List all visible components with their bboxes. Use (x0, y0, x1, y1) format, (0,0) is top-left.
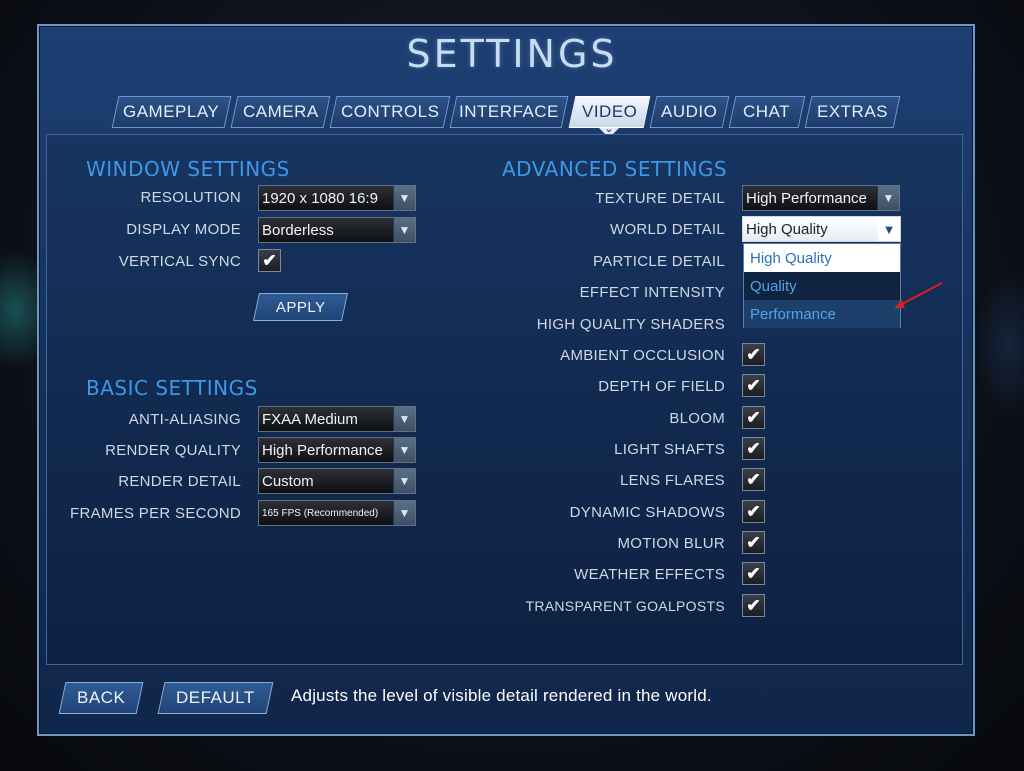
world-detail-options-list: High Quality Quality Performance (743, 243, 901, 328)
check-icon: ✔ (746, 375, 761, 395)
tab-label: AUDIO (661, 102, 718, 121)
back-button[interactable]: BACK (58, 682, 144, 714)
check-icon: ✔ (746, 438, 761, 458)
check-icon: ✔ (746, 469, 761, 489)
bloom-label: BLOOM (669, 410, 725, 427)
tab-controls[interactable]: CONTROLS (329, 96, 451, 128)
vertical-sync-checkbox[interactable]: ✔ (258, 249, 281, 272)
check-icon: ✔ (262, 250, 277, 270)
ambient-occlusion-checkbox[interactable]: ✔ (742, 343, 765, 366)
tab-interface[interactable]: INTERFACE (449, 96, 569, 128)
resolution-label: RESOLUTION (140, 189, 241, 206)
apply-button-label: APPLY (275, 298, 326, 316)
high-quality-shaders-label: HIGH QUALITY SHADERS (536, 316, 725, 333)
motion-blur-label: MOTION BLUR (617, 535, 725, 552)
render-detail-dropdown[interactable]: Custom ▼ (258, 468, 416, 494)
anti-aliasing-value: FXAA Medium (262, 410, 358, 428)
dropdown-arrow-icon: ▼ (393, 218, 415, 242)
lens-flares-checkbox[interactable]: ✔ (742, 468, 765, 491)
depth-of-field-checkbox[interactable]: ✔ (742, 374, 765, 397)
texture-detail-label: TEXTURE DETAIL (595, 190, 725, 207)
transparent-goalposts-label: TRANSPARENT GOALPOSTS (525, 598, 725, 614)
tab-label: GAMEPLAY (123, 102, 220, 121)
fps-value: 165 FPS (Recommended) (262, 507, 379, 519)
weather-effects-checkbox[interactable]: ✔ (742, 562, 765, 585)
light-shafts-checkbox[interactable]: ✔ (742, 437, 765, 460)
tab-label: CHAT (743, 102, 791, 121)
setting-description: Adjusts the level of visible detail rend… (291, 686, 712, 705)
display-mode-value: Borderless (262, 221, 334, 239)
motion-blur-checkbox[interactable]: ✔ (742, 531, 765, 554)
annotation-arrow-icon (894, 282, 943, 308)
tab-label: CAMERA (242, 102, 319, 121)
resolution-dropdown[interactable]: 1920 x 1080 16:9 ▼ (258, 185, 416, 211)
light-shafts-label: LIGHT SHAFTS (614, 441, 725, 458)
render-detail-value: Custom (262, 472, 314, 490)
apply-button[interactable]: APPLY (253, 293, 348, 321)
display-mode-dropdown[interactable]: Borderless ▼ (258, 217, 416, 243)
dropdown-arrow-icon: ▼ (393, 469, 415, 493)
texture-detail-dropdown[interactable]: High Performance ▼ (742, 185, 900, 211)
weather-effects-label: WEATHER EFFECTS (574, 566, 725, 583)
render-quality-label: RENDER QUALITY (105, 442, 241, 459)
dropdown-arrow-icon: ▼ (393, 438, 415, 462)
check-icon: ✔ (746, 563, 761, 583)
check-icon: ✔ (746, 501, 761, 521)
resolution-value: 1920 x 1080 16:9 (262, 189, 378, 207)
particle-detail-label: PARTICLE DETAIL (592, 253, 725, 270)
render-quality-dropdown[interactable]: High Performance ▼ (258, 437, 416, 463)
tab-label: EXTRAS (816, 102, 889, 121)
tab-camera[interactable]: CAMERA (230, 96, 331, 128)
basic-settings-heading: BASIC SETTINGS (86, 376, 258, 400)
dropdown-arrow-icon: ▼ (393, 186, 415, 210)
tab-chat[interactable]: CHAT (728, 96, 806, 128)
effect-intensity-label: EFFECT INTENSITY (579, 284, 725, 301)
render-quality-value: High Performance (262, 441, 383, 459)
tab-audio[interactable]: AUDIO (649, 96, 730, 128)
fps-dropdown[interactable]: 165 FPS (Recommended) ▼ (258, 500, 416, 526)
check-icon: ✔ (746, 532, 761, 552)
background-glow-right (974, 270, 1024, 420)
world-detail-value: High Quality (746, 220, 828, 238)
depth-of-field-label: DEPTH OF FIELD (598, 378, 725, 395)
default-button-label: DEFAULT (176, 688, 255, 707)
texture-detail-value: High Performance (746, 189, 867, 207)
tab-gameplay[interactable]: GAMEPLAY (111, 96, 232, 128)
render-detail-label: RENDER DETAIL (118, 473, 241, 490)
dropdown-arrow-icon: ▼ (393, 407, 415, 431)
check-icon: ✔ (746, 344, 761, 364)
tab-extras[interactable]: EXTRAS (804, 96, 901, 128)
lens-flares-label: LENS FLARES (619, 472, 725, 489)
tab-label: VIDEO (581, 102, 638, 121)
chevron-down-icon: ⌄ (604, 123, 614, 135)
display-mode-label: DISPLAY MODE (126, 221, 241, 238)
fps-label: FRAMES PER SECOND (70, 505, 241, 522)
dropdown-arrow-icon: ▼ (877, 186, 899, 210)
window-settings-heading: WINDOW SETTINGS (86, 157, 290, 181)
vertical-sync-label: VERTICAL SYNC (118, 253, 241, 270)
back-button-label: BACK (76, 688, 126, 707)
tab-label: INTERFACE (459, 102, 559, 121)
check-icon: ✔ (746, 407, 761, 427)
tab-label: CONTROLS (340, 102, 440, 121)
ambient-occlusion-label: AMBIENT OCCLUSION (560, 347, 725, 364)
advanced-settings-heading: ADVANCED SETTINGS (502, 157, 728, 181)
option-quality[interactable]: Quality (744, 272, 900, 300)
dynamic-shadows-checkbox[interactable]: ✔ (742, 500, 765, 523)
bloom-checkbox[interactable]: ✔ (742, 406, 765, 429)
anti-aliasing-dropdown[interactable]: FXAA Medium ▼ (258, 406, 416, 432)
dropdown-arrow-icon: ▼ (878, 217, 900, 241)
option-high-quality[interactable]: High Quality (744, 244, 900, 272)
default-button[interactable]: DEFAULT (157, 682, 274, 714)
world-detail-label: WORLD DETAIL (609, 221, 725, 238)
page-title: SETTINGS (406, 32, 618, 76)
anti-aliasing-label: ANTI-ALIASING (128, 411, 241, 428)
check-icon: ✔ (746, 595, 761, 615)
dynamic-shadows-label: DYNAMIC SHADOWS (569, 504, 725, 521)
transparent-goalposts-checkbox[interactable]: ✔ (742, 594, 765, 617)
dropdown-arrow-icon: ▼ (393, 501, 415, 525)
option-performance[interactable]: Performance (744, 300, 900, 328)
world-detail-dropdown[interactable]: High Quality ▼ (742, 216, 901, 242)
